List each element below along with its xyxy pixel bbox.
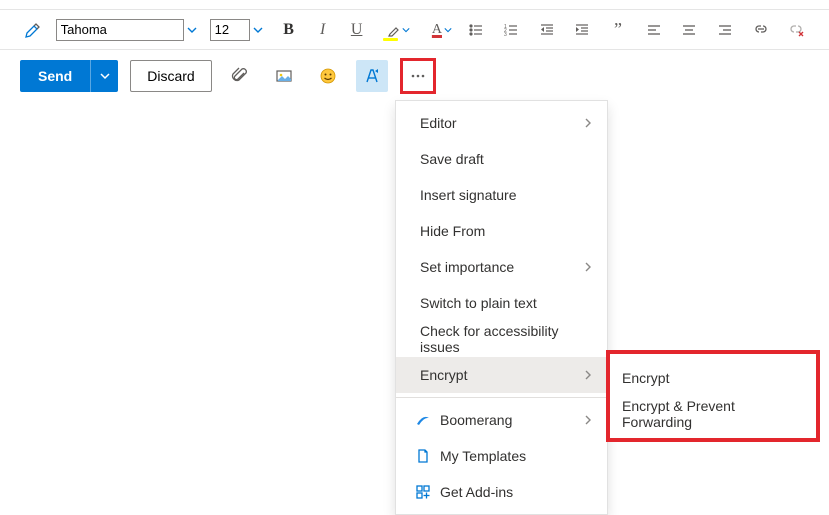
ellipsis-icon bbox=[410, 68, 426, 84]
discard-button[interactable]: Discard bbox=[130, 60, 211, 92]
text-formatting-icon bbox=[363, 67, 381, 85]
font-family-combo bbox=[56, 18, 200, 42]
paperclip-icon bbox=[231, 67, 249, 85]
picture-icon bbox=[275, 67, 293, 85]
menu-item-set-importance[interactable]: Set importance bbox=[396, 249, 607, 285]
submenu-item-label: Encrypt bbox=[622, 370, 669, 386]
menu-item-hide-from[interactable]: Hide From bbox=[396, 213, 607, 249]
font-color-button[interactable]: A bbox=[421, 17, 453, 43]
menu-separator bbox=[396, 397, 607, 398]
show-formatting-button[interactable] bbox=[356, 60, 388, 92]
menu-item-get-addins[interactable]: Get Add-ins bbox=[396, 474, 607, 510]
menu-item-label: Hide From bbox=[420, 223, 593, 239]
italic-button[interactable]: I bbox=[310, 17, 336, 43]
menu-item-label: Editor bbox=[420, 115, 573, 131]
menu-item-label: Get Add-ins bbox=[440, 484, 593, 500]
boomerang-icon bbox=[414, 412, 432, 428]
chevron-down-icon bbox=[100, 71, 110, 81]
font-family-dropdown-icon[interactable] bbox=[184, 19, 200, 41]
menu-item-insert-signature[interactable]: Insert signature bbox=[396, 177, 607, 213]
svg-text:3: 3 bbox=[504, 32, 507, 38]
submenu-item-encrypt[interactable]: Encrypt bbox=[610, 360, 816, 396]
more-actions-annotation bbox=[400, 58, 436, 94]
menu-item-save-draft[interactable]: Save draft bbox=[396, 141, 607, 177]
numbered-list-button[interactable]: 123 bbox=[498, 17, 524, 43]
templates-icon bbox=[414, 448, 432, 464]
align-right-button[interactable] bbox=[712, 17, 738, 43]
font-size-dropdown-icon[interactable] bbox=[250, 19, 266, 41]
align-left-button[interactable] bbox=[641, 17, 667, 43]
submenu-item-label: Encrypt & Prevent Forwarding bbox=[622, 398, 804, 430]
font-size-input[interactable] bbox=[210, 19, 250, 41]
font-size-combo bbox=[210, 18, 266, 42]
formatting-toolbar: B I U A 123 ” bbox=[0, 10, 829, 50]
menu-item-label: Set importance bbox=[420, 259, 573, 275]
bulleted-list-button[interactable] bbox=[463, 17, 489, 43]
menu-item-label: Insert signature bbox=[420, 187, 593, 203]
menu-item-editor[interactable]: Editor bbox=[396, 105, 607, 141]
attach-button[interactable] bbox=[224, 60, 256, 92]
insert-picture-button[interactable] bbox=[268, 60, 300, 92]
bold-button[interactable]: B bbox=[276, 17, 302, 43]
font-family-input[interactable] bbox=[56, 19, 184, 41]
emoji-icon bbox=[319, 67, 337, 85]
more-actions-button[interactable] bbox=[403, 61, 433, 91]
submenu-item-encrypt-prevent-forwarding[interactable]: Encrypt & Prevent Forwarding bbox=[610, 396, 816, 432]
top-separator bbox=[0, 0, 829, 10]
chevron-right-icon bbox=[583, 367, 593, 383]
send-button[interactable]: Send bbox=[20, 60, 90, 92]
menu-item-my-templates[interactable]: My Templates bbox=[396, 438, 607, 474]
menu-item-label: Encrypt bbox=[420, 367, 573, 383]
font-style-group: B I U bbox=[276, 17, 370, 43]
action-toolbar: Send Discard bbox=[0, 50, 829, 102]
chevron-right-icon bbox=[583, 412, 593, 428]
encrypt-submenu: Encrypt Encrypt & Prevent Forwarding bbox=[606, 350, 820, 442]
highlight-color-button[interactable] bbox=[380, 17, 412, 43]
insert-emoji-button[interactable] bbox=[312, 60, 344, 92]
format-painter-icon[interactable] bbox=[20, 17, 46, 43]
menu-item-label: Boomerang bbox=[440, 412, 573, 428]
send-split-button: Send bbox=[20, 60, 118, 92]
menu-item-label: Save draft bbox=[420, 151, 593, 167]
send-options-button[interactable] bbox=[90, 60, 118, 92]
menu-item-accessibility-check[interactable]: Check for accessibility issues bbox=[396, 321, 607, 357]
chevron-right-icon bbox=[583, 259, 593, 275]
more-actions-menu: Editor Save draft Insert signature Hide … bbox=[395, 100, 608, 515]
link-button[interactable] bbox=[748, 17, 774, 43]
menu-item-label: Check for accessibility issues bbox=[420, 323, 593, 355]
menu-item-boomerang[interactable]: Boomerang bbox=[396, 402, 607, 438]
chevron-right-icon bbox=[583, 115, 593, 131]
increase-indent-button[interactable] bbox=[570, 17, 596, 43]
menu-item-label: Switch to plain text bbox=[420, 295, 593, 311]
menu-item-switch-to-plain-text[interactable]: Switch to plain text bbox=[396, 285, 607, 321]
clear-formatting-button[interactable] bbox=[783, 17, 809, 43]
highlight-color-swatch bbox=[383, 38, 399, 41]
quote-button[interactable]: ” bbox=[605, 17, 631, 43]
menu-item-label: My Templates bbox=[440, 448, 593, 464]
align-center-button[interactable] bbox=[676, 17, 702, 43]
menu-item-encrypt[interactable]: Encrypt bbox=[396, 357, 607, 393]
addins-icon bbox=[414, 484, 432, 500]
underline-button[interactable]: U bbox=[344, 17, 370, 43]
decrease-indent-button[interactable] bbox=[534, 17, 560, 43]
